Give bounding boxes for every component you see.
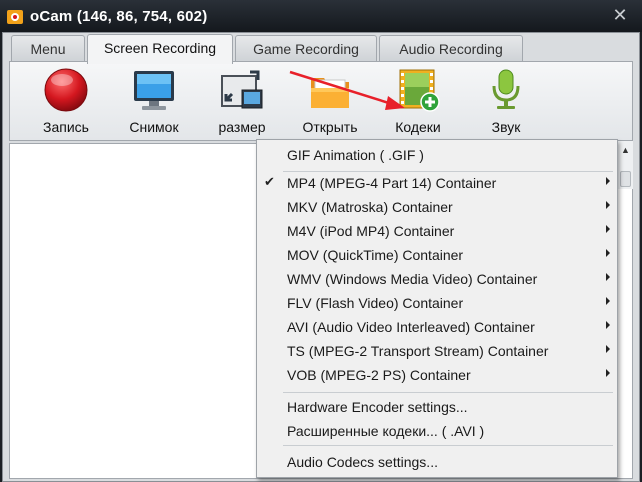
film-codec-icon xyxy=(399,69,440,112)
codec-dropdown-menu: GIF Animation ( .GIF ) ✔ MP4 (MPEG-4 Par… xyxy=(256,139,618,478)
title-bar: oCam (146, 86, 754, 602) ✕ xyxy=(0,0,642,32)
vertical-scrollbar[interactable]: ▲ xyxy=(617,141,633,189)
submenu-arrow-icon xyxy=(606,297,610,305)
folder-icon xyxy=(311,78,349,108)
resize-button[interactable]: размер xyxy=(200,66,284,140)
submenu-arrow-icon xyxy=(606,369,610,377)
submenu-arrow-icon xyxy=(606,273,610,281)
submenu-arrow-icon xyxy=(606,177,610,185)
open-button[interactable]: Открыть xyxy=(288,66,372,140)
menu-item-wmv[interactable]: WMV (Windows Media Video) Container xyxy=(257,267,617,291)
submenu-arrow-icon xyxy=(606,345,610,353)
tab-screen-recording[interactable]: Screen Recording xyxy=(87,34,233,64)
record-icon xyxy=(44,68,88,112)
resize-icon xyxy=(221,70,263,109)
checkmark-icon: ✔ xyxy=(264,174,275,189)
menu-item-mp4[interactable]: ✔ MP4 (MPEG-4 Part 14) Container xyxy=(257,171,617,195)
ocam-app-icon xyxy=(7,10,23,24)
menu-item-hardware-encoder[interactable]: Hardware Encoder settings... xyxy=(257,395,617,419)
open-label: Открыть xyxy=(302,119,358,135)
submenu-arrow-icon xyxy=(606,249,610,257)
menu-item-flv[interactable]: FLV (Flash Video) Container xyxy=(257,291,617,315)
sound-label: Звук xyxy=(491,119,521,135)
snapshot-label: Снимок xyxy=(129,119,179,135)
menu-separator xyxy=(283,445,613,446)
submenu-arrow-icon xyxy=(606,321,610,329)
tab-menu[interactable]: Menu xyxy=(11,35,85,63)
microphone-icon xyxy=(492,69,520,109)
menu-separator xyxy=(283,392,613,393)
menu-item-m4v[interactable]: M4V (iPod MP4) Container xyxy=(257,219,617,243)
record-button[interactable]: Запись xyxy=(24,66,108,140)
scroll-up-arrow-icon[interactable]: ▲ xyxy=(618,143,633,157)
monitor-icon xyxy=(134,71,174,110)
codecs-label: Кодеки xyxy=(395,119,441,135)
menu-item-ts[interactable]: TS (MPEG-2 Transport Stream) Container xyxy=(257,339,617,363)
menu-item-mkv[interactable]: MKV (Matroska) Container xyxy=(257,195,617,219)
snapshot-button[interactable]: Снимок xyxy=(112,66,196,140)
tab-game-recording[interactable]: Game Recording xyxy=(235,35,377,63)
submenu-arrow-icon xyxy=(606,201,610,209)
resize-label: размер xyxy=(218,119,266,135)
menu-item-advanced-codecs[interactable]: Расширенные кодеки... ( .AVI ) xyxy=(257,419,617,443)
menu-item-gif[interactable]: GIF Animation ( .GIF ) xyxy=(257,143,617,167)
menu-item-vob[interactable]: VOB (MPEG-2 PS) Container xyxy=(257,363,617,387)
record-label: Запись xyxy=(43,119,89,135)
close-button[interactable]: ✕ xyxy=(610,5,630,25)
menu-item-audio-codecs[interactable]: Audio Codecs settings... xyxy=(257,450,617,474)
window-title: oCam (146, 86, 754, 602) xyxy=(30,8,208,25)
sound-button[interactable]: Звук xyxy=(464,66,548,140)
codecs-button[interactable]: Кодеки xyxy=(376,66,460,140)
menu-item-avi[interactable]: AVI (Audio Video Interleaved) Container xyxy=(257,315,617,339)
menu-item-mov[interactable]: MOV (QuickTime) Container xyxy=(257,243,617,267)
scroll-thumb[interactable] xyxy=(620,171,631,187)
tab-audio-recording[interactable]: Audio Recording xyxy=(379,35,523,63)
toolbar: Запись Снимок размер Открыть Кодеки Звук xyxy=(9,61,633,141)
submenu-arrow-icon xyxy=(606,225,610,233)
